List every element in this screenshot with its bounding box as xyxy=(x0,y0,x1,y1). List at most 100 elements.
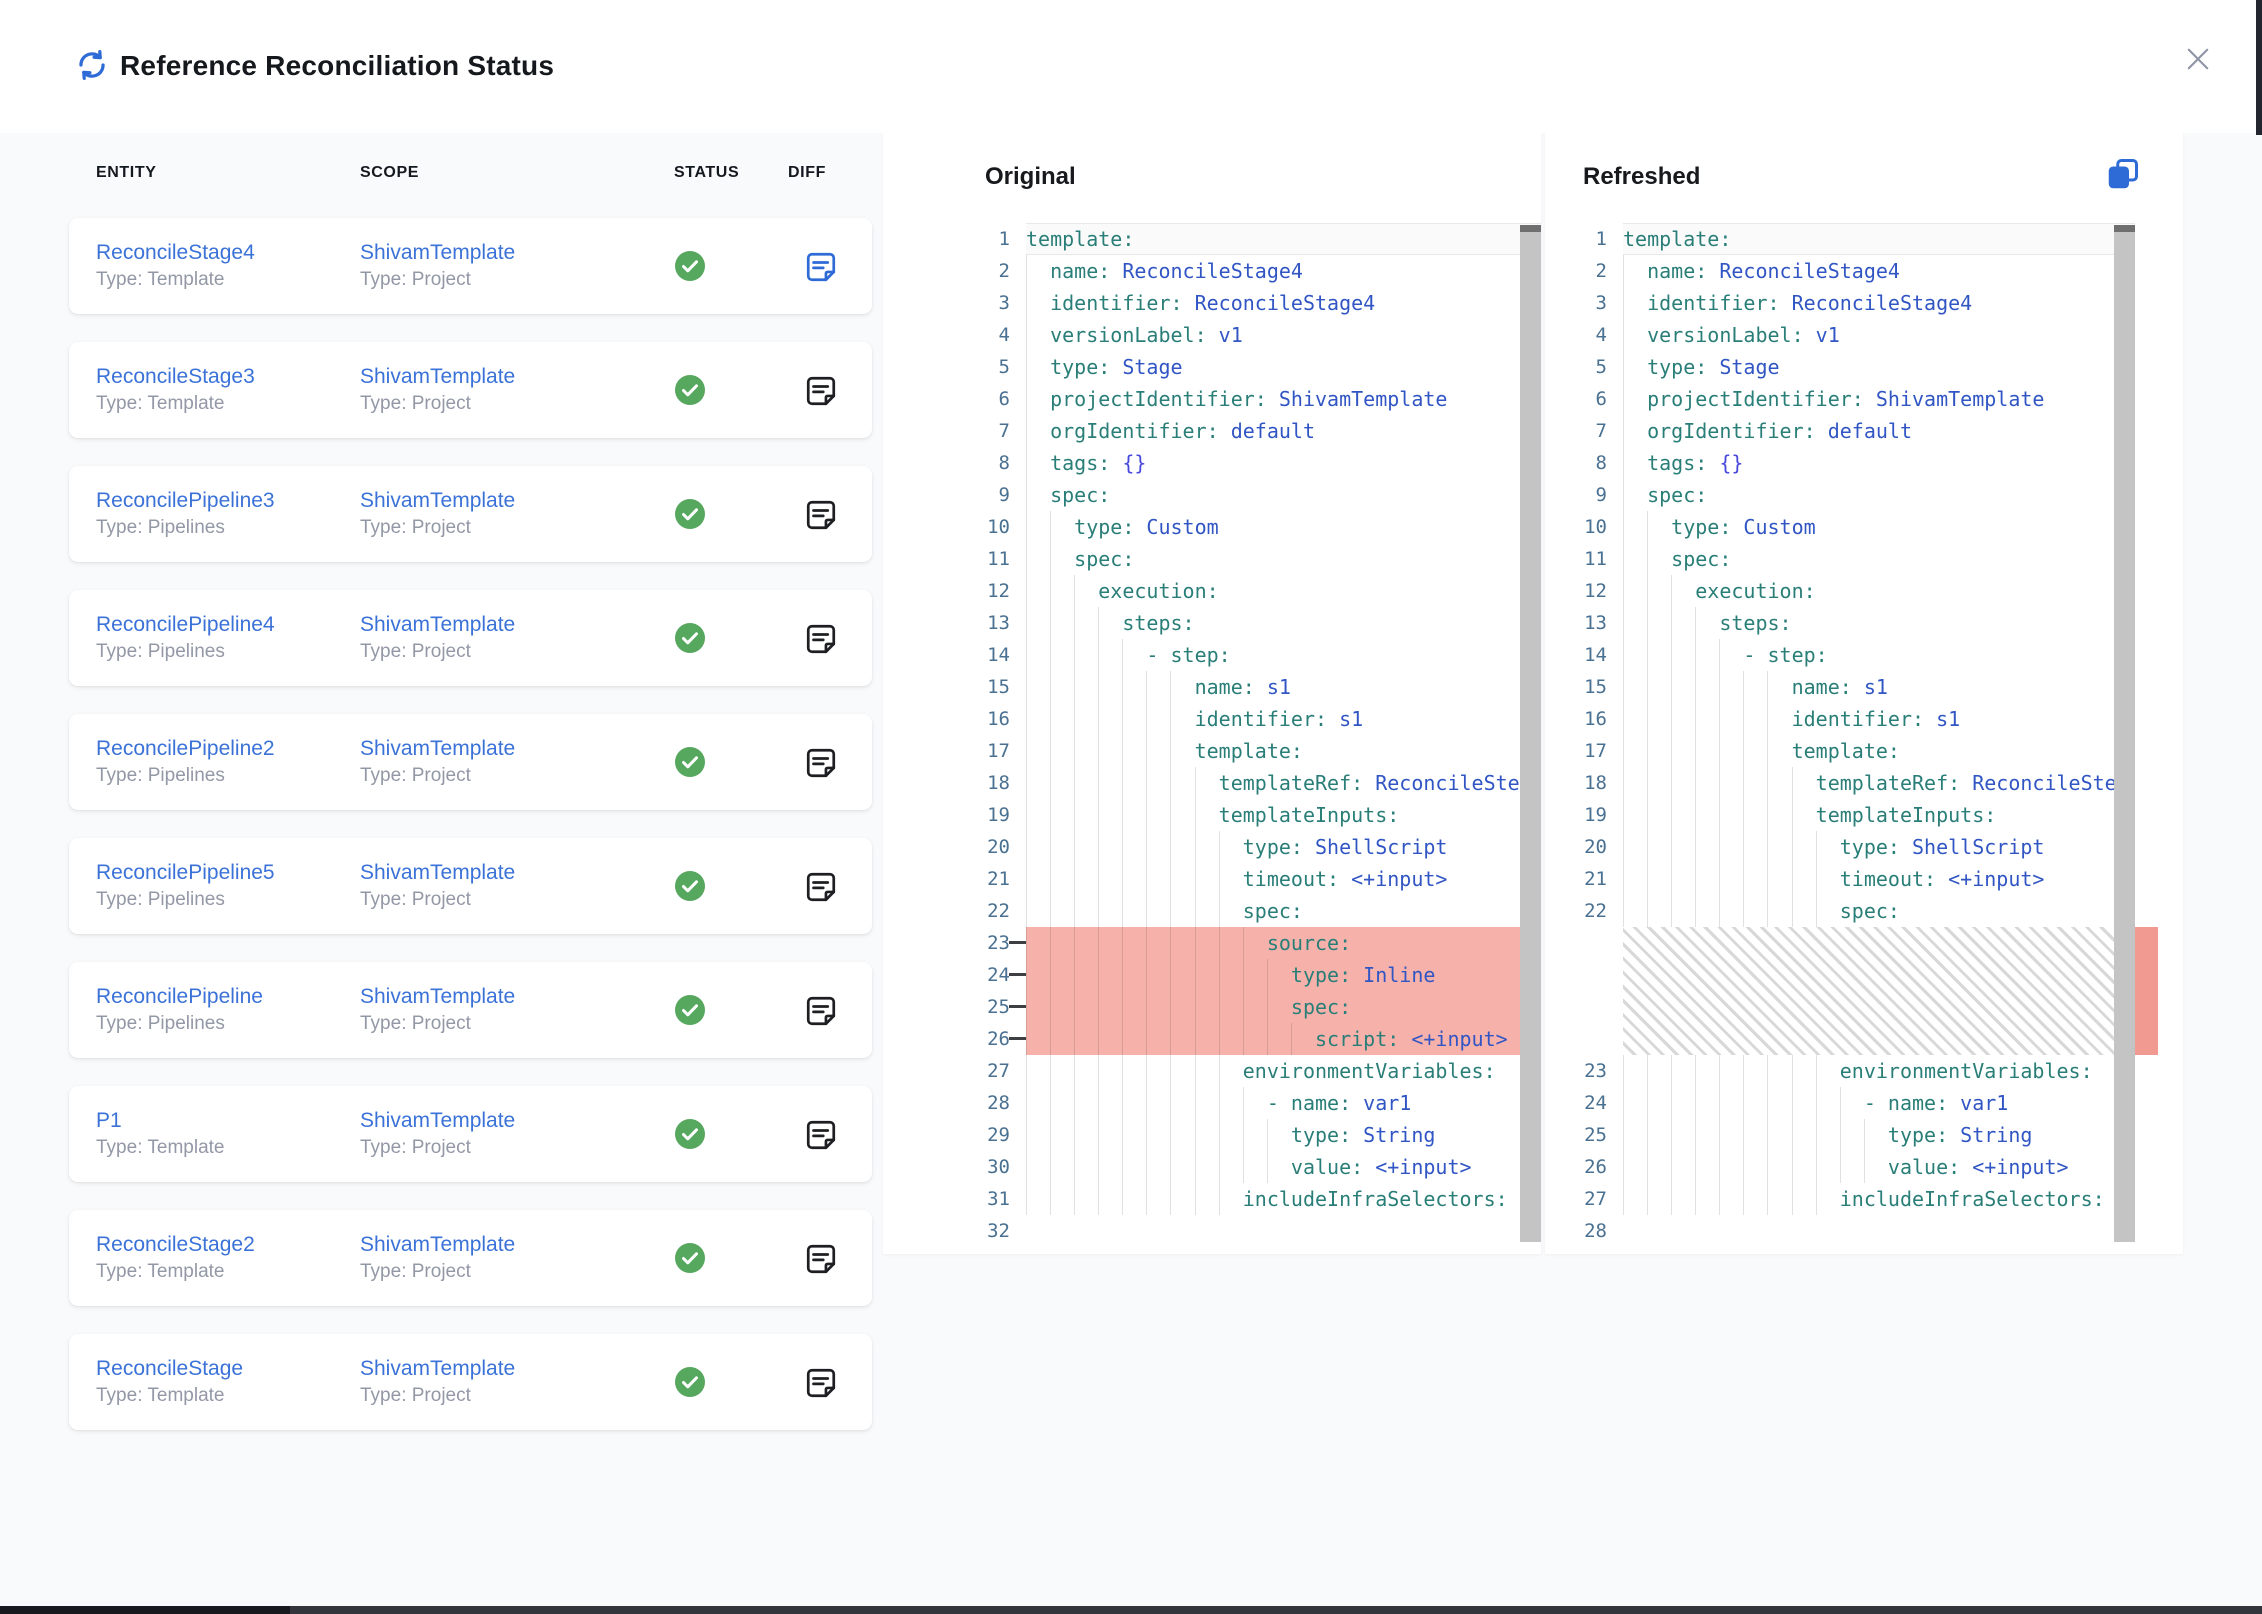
dialog-header: Reference Reconciliation Status xyxy=(0,0,2262,133)
indent-guide xyxy=(1623,1055,1624,1087)
indent-guide xyxy=(1122,767,1123,799)
indent-guide xyxy=(1026,575,1027,607)
scope-link[interactable]: ShivamTemplate xyxy=(360,489,515,513)
indent-guide xyxy=(1623,479,1624,511)
diff-button[interactable] xyxy=(803,745,839,781)
code-line: templateInputs: xyxy=(1026,799,1541,831)
code-line: value: <+input> xyxy=(1026,1151,1541,1183)
scope-link[interactable]: ShivamTemplate xyxy=(360,1109,515,1133)
entity-row[interactable]: ReconcilePipeline3Type: PipelinesShivamT… xyxy=(69,466,872,562)
diff-button[interactable] xyxy=(803,621,839,657)
code-line: - name: var1 xyxy=(1026,1087,1541,1119)
indent-guide xyxy=(1767,1151,1768,1183)
indent-guide xyxy=(1647,703,1648,735)
scope-link[interactable]: ShivamTemplate xyxy=(360,1233,515,1257)
indent-guide xyxy=(1098,991,1099,1023)
indent-guide xyxy=(1647,639,1648,671)
diff-button[interactable] xyxy=(803,497,839,533)
indent-guide xyxy=(1767,895,1768,927)
indent-guide xyxy=(1146,1183,1147,1215)
diff-button[interactable] xyxy=(803,373,839,409)
entity-row[interactable]: ReconcilePipeline2Type: PipelinesShivamT… xyxy=(69,714,872,810)
indent-guide xyxy=(1026,479,1027,511)
column-header-scope: SCOPE xyxy=(360,164,419,182)
indent-guide xyxy=(1026,319,1027,351)
indent-guide xyxy=(1050,1151,1051,1183)
scrollbar-thumb[interactable] xyxy=(1520,225,1541,1242)
scope-link[interactable]: ShivamTemplate xyxy=(360,365,515,389)
indent-guide xyxy=(1671,1151,1672,1183)
line-number: 29 xyxy=(952,1119,1026,1151)
entity-link[interactable]: ReconcileStage3 xyxy=(96,365,255,389)
indent-guide xyxy=(1719,1119,1720,1151)
entity-row[interactable]: ReconcilePipeline5Type: PipelinesShivamT… xyxy=(69,838,872,934)
entity-row[interactable]: ReconcileStage4Type: TemplateShivamTempl… xyxy=(69,218,872,314)
entity-row[interactable]: ReconcileStage3Type: TemplateShivamTempl… xyxy=(69,342,872,438)
diff-button[interactable] xyxy=(803,1241,839,1277)
status-success-icon xyxy=(675,375,705,405)
code-line: orgIdentifier: default xyxy=(1026,415,1541,447)
indent-guide xyxy=(1026,1023,1027,1055)
code-content: template: name: ReconcileStage4 identifi… xyxy=(1026,223,1541,1254)
refreshed-code-editor[interactable]: 1234567891011121314151617181920212223242… xyxy=(1545,223,2135,1254)
status-success-icon xyxy=(675,1243,705,1273)
diff-button[interactable] xyxy=(803,869,839,905)
entity-link[interactable]: ReconcilePipeline2 xyxy=(96,737,275,761)
entity-type-label: Type: Template xyxy=(96,1385,243,1407)
indent-guide xyxy=(1074,575,1075,607)
original-code-editor[interactable]: 1234567891011121314151617181920212223242… xyxy=(952,223,1541,1254)
diff-button[interactable] xyxy=(803,249,839,285)
code-line: type: ShellScript xyxy=(1623,831,2135,863)
entity-link[interactable]: ReconcileStage xyxy=(96,1357,243,1381)
line-number: 1 xyxy=(952,223,1026,255)
indent-guide xyxy=(1767,1119,1768,1151)
line-number: 8 xyxy=(952,447,1026,479)
diff-button[interactable] xyxy=(803,1117,839,1153)
indent-guide xyxy=(1074,735,1075,767)
code-line: type: Stage xyxy=(1623,351,2135,383)
entity-link[interactable]: ReconcilePipeline4 xyxy=(96,613,275,637)
entity-link[interactable]: ReconcilePipeline5 xyxy=(96,861,275,885)
scope-link[interactable]: ShivamTemplate xyxy=(360,737,515,761)
entity-row[interactable]: P1Type: TemplateShivamTemplateType: Proj… xyxy=(69,1086,872,1182)
indent-guide xyxy=(1098,767,1099,799)
indent-guide xyxy=(1623,543,1624,575)
entity-row[interactable]: ReconcilePipelineType: PipelinesShivamTe… xyxy=(69,962,872,1058)
scrollbar-thumb[interactable] xyxy=(2114,225,2135,1242)
indent-guide xyxy=(1074,639,1075,671)
diff-button[interactable] xyxy=(803,1365,839,1401)
indent-guide xyxy=(1098,1055,1099,1087)
indent-guide xyxy=(1122,735,1123,767)
indent-guide xyxy=(1146,991,1147,1023)
indent-guide xyxy=(1671,575,1672,607)
scope-link[interactable]: ShivamTemplate xyxy=(360,985,515,1009)
entity-type-label: Type: Template xyxy=(96,1261,255,1283)
entity-link[interactable]: P1 xyxy=(96,1109,225,1133)
scope-link[interactable]: ShivamTemplate xyxy=(360,613,515,637)
diff-button[interactable] xyxy=(803,993,839,1029)
window-edge-right xyxy=(2256,0,2262,135)
entity-link[interactable]: ReconcileStage2 xyxy=(96,1233,255,1257)
indent-guide xyxy=(1195,1023,1196,1055)
scope-link[interactable]: ShivamTemplate xyxy=(360,861,515,885)
indent-guide xyxy=(1792,1119,1793,1151)
indent-guide xyxy=(1623,575,1624,607)
close-button[interactable] xyxy=(2176,38,2220,82)
line-number-gutter: 1234567891011121314151617181920212223242… xyxy=(1545,223,1623,1254)
entity-row[interactable]: ReconcileStage2 Type: Template ShivamTempl… xyxy=(69,1210,872,1306)
entity-link[interactable]: ReconcilePipeline3 xyxy=(96,489,275,513)
indent-guide xyxy=(1026,1055,1027,1087)
indent-guide xyxy=(1122,1119,1123,1151)
scope-link[interactable]: ShivamTemplate xyxy=(360,1357,515,1381)
code-line: orgIdentifier: default xyxy=(1623,415,2135,447)
indent-guide xyxy=(1050,799,1051,831)
entity-link[interactable]: ReconcileStage4 xyxy=(96,241,255,265)
code-line xyxy=(1026,1215,1541,1247)
entity-link[interactable]: ReconcilePipeline xyxy=(96,985,263,1009)
copy-button[interactable] xyxy=(2103,155,2143,195)
scope-link[interactable]: ShivamTemplate xyxy=(360,241,515,265)
entity-row[interactable]: ReconcilePipeline4Type: PipelinesShivamT… xyxy=(69,590,872,686)
indent-guide xyxy=(1074,1055,1075,1087)
entity-row[interactable]: ReconcileStage Type: Template ShivamTempla… xyxy=(69,1334,872,1430)
code-line: steps: xyxy=(1623,607,2135,639)
